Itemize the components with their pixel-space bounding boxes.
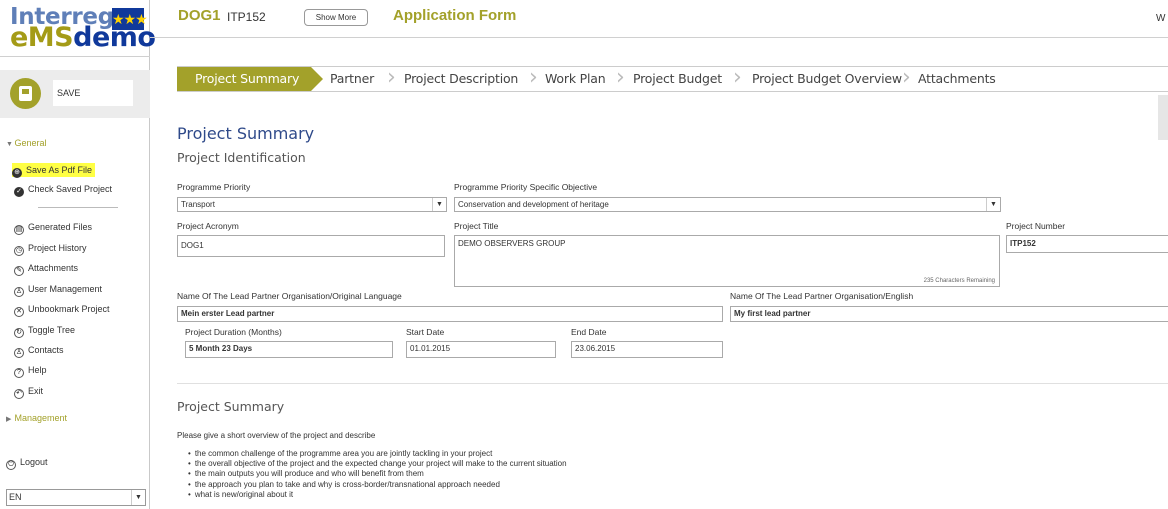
chevron-right-icon: › xyxy=(387,65,396,90)
list-item: what is new/original about it xyxy=(188,490,567,500)
priority-label: Programme Priority xyxy=(177,182,251,192)
project-number-label: Project Number xyxy=(1006,221,1066,231)
lead-partner-original-label: Name Of The Lead Partner Organisation/Or… xyxy=(177,291,402,301)
acronym-label: Project Acronym xyxy=(177,221,239,231)
tab-project-summary[interactable]: Project Summary xyxy=(177,67,323,91)
chevron-down-icon: ▼ xyxy=(986,198,1000,211)
tab-work-plan[interactable]: Work Plan xyxy=(545,67,606,91)
check-icon: ✓ xyxy=(14,187,24,197)
chevron-right-icon: › xyxy=(529,65,538,90)
section-subheading: Project Identification xyxy=(177,150,306,165)
interreg-ems-logo: Interreg ★★★ eMSdemo xyxy=(10,4,156,53)
section-management-toggle[interactable]: ▶ Management xyxy=(6,413,67,423)
close-icon: ✕ xyxy=(14,307,24,317)
summary-bullets: the common challenge of the programme ar… xyxy=(188,449,567,500)
user-icon: ♙ xyxy=(14,287,24,297)
page-title: Application Form xyxy=(393,7,517,24)
lead-partner-english-label: Name Of The Lead Partner Organisation/En… xyxy=(730,291,914,301)
contacts-link[interactable]: ♙ Contacts xyxy=(14,343,64,358)
start-date-input[interactable]: 01.01.2015 xyxy=(406,341,556,358)
check-saved-project-link[interactable]: ✓ Check Saved Project xyxy=(14,182,112,197)
summary-heading: Project Summary xyxy=(177,399,285,414)
tab-project-budget[interactable]: Project Budget xyxy=(633,67,722,91)
help-link[interactable]: ? Help xyxy=(14,363,47,378)
user-menu[interactable]: W xyxy=(1156,13,1165,24)
chevron-right-icon: › xyxy=(733,65,742,90)
project-history-link[interactable]: ◷ Project History xyxy=(14,241,87,256)
logout-link[interactable]: ⏻ Logout xyxy=(6,455,48,470)
generated-files-link[interactable]: ▤ Generated Files xyxy=(14,220,92,235)
project-itp: ITP152 xyxy=(227,10,266,24)
scrollbar[interactable] xyxy=(1158,95,1168,140)
user-management-link[interactable]: ♙ User Management xyxy=(14,282,102,297)
duration-label: Project Duration (Months) xyxy=(185,327,282,337)
acronym-input[interactable]: DOG1 xyxy=(177,235,445,257)
tab-project-description[interactable]: Project Description xyxy=(404,67,518,91)
logo-text-ems-demo: eMSdemo xyxy=(10,22,156,53)
language-select[interactable]: EN ▼ xyxy=(6,489,146,506)
tab-project-budget-overview[interactable]: Project Budget Overview xyxy=(752,67,902,91)
section-heading: Project Summary xyxy=(177,124,315,143)
objective-select[interactable]: Conservation and development of heritage… xyxy=(454,197,1001,212)
project-number-field: ITP152 xyxy=(1006,235,1168,253)
lead-partner-english-input[interactable]: My first lead partner xyxy=(730,306,1168,322)
triangle-right-icon: ▶ xyxy=(6,416,12,423)
history-icon: ◷ xyxy=(14,246,24,256)
save-icon xyxy=(10,78,41,109)
triangle-down-icon: ▼ xyxy=(6,141,13,148)
power-icon: ⏻ xyxy=(6,460,16,470)
unbookmark-project-link[interactable]: ✕ Unbookmark Project xyxy=(14,302,110,317)
list-item: the common challenge of the programme ar… xyxy=(188,449,567,459)
list-item: the main outputs you will produce and wh… xyxy=(188,469,567,479)
divider xyxy=(38,207,118,208)
project-title-label: Project Title xyxy=(454,221,499,231)
save-label: SAVE xyxy=(53,80,133,106)
project-title-textarea[interactable]: DEMO OBSERVERS GROUP 235 Characters Rema… xyxy=(454,235,1000,287)
sidebar: Interreg ★★★ eMSdemo SAVE ▼ General ⊕ Sav… xyxy=(0,0,156,509)
objective-label: Programme Priority Specific Objective xyxy=(454,182,598,192)
toggle-tree-link[interactable]: ↻ Toggle Tree xyxy=(14,323,75,338)
project-id: DOG1 xyxy=(178,7,221,24)
lock-icon: ⊕ xyxy=(12,168,22,178)
exit-icon: ↶ xyxy=(14,389,24,399)
priority-select[interactable]: Transport ▼ xyxy=(177,197,447,212)
paperclip-icon: ✎ xyxy=(14,266,24,276)
show-more-button[interactable]: Show More xyxy=(304,9,368,26)
attachments-link[interactable]: ✎ Attachments xyxy=(14,261,78,276)
save-pdf-link[interactable]: ⊕ Save As Pdf File xyxy=(12,163,96,178)
divider xyxy=(150,37,1168,38)
summary-intro: Please give a short overview of the proj… xyxy=(177,431,376,440)
list-item: the approach you plan to take and why is… xyxy=(188,480,567,490)
tab-partner[interactable]: Partner xyxy=(330,67,374,91)
exit-link[interactable]: ↶ Exit xyxy=(14,384,43,399)
chevron-right-icon: › xyxy=(902,65,911,90)
refresh-icon: ↻ xyxy=(14,328,24,338)
duration-field: 5 Month 23 Days xyxy=(185,341,393,358)
divider xyxy=(0,56,150,57)
section-general-toggle[interactable]: ▼ General xyxy=(6,138,47,148)
characters-remaining: 235 Characters Remaining xyxy=(923,278,995,284)
tab-bar: Project Summary Partner › Project Descri… xyxy=(177,66,1168,92)
lead-partner-original-input[interactable]: Mein erster Lead partner xyxy=(177,306,723,322)
chevron-down-icon: ▼ xyxy=(432,198,446,211)
chevron-right-icon: › xyxy=(616,65,625,90)
start-date-label: Start Date xyxy=(406,327,445,337)
divider xyxy=(177,383,1168,384)
list-item: the overall objective of the project and… xyxy=(188,459,567,469)
contact-icon: ♙ xyxy=(14,348,24,358)
help-icon: ? xyxy=(14,368,24,378)
end-date-input[interactable]: 23.06.2015 xyxy=(571,341,723,358)
chevron-down-icon: ▼ xyxy=(131,490,145,505)
end-date-label: End Date xyxy=(571,327,607,337)
save-button[interactable]: SAVE xyxy=(0,70,150,118)
tab-attachments[interactable]: Attachments xyxy=(918,67,996,91)
files-icon: ▤ xyxy=(14,225,24,235)
